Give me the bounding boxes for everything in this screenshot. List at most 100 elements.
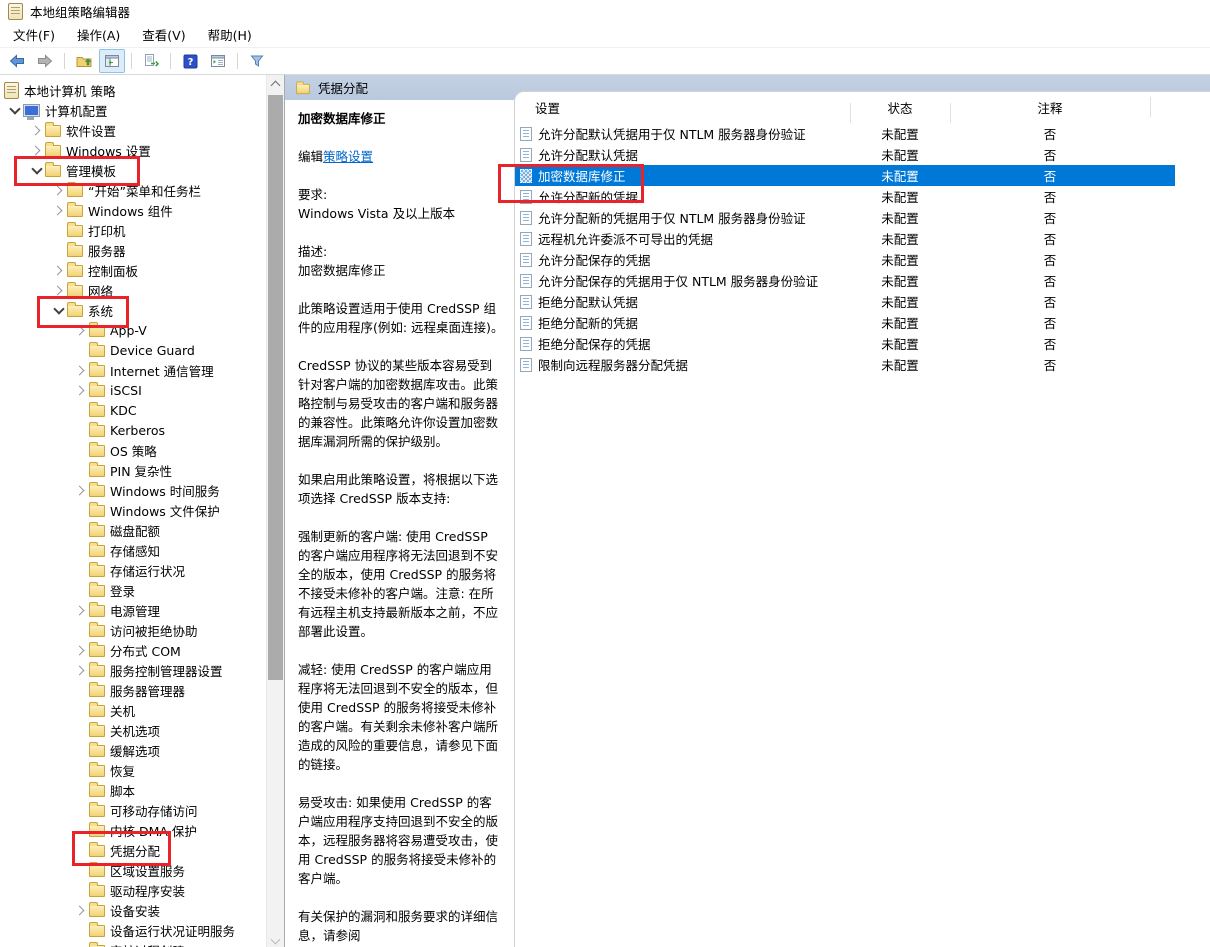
tree-item[interactable]: 计算机配置 bbox=[0, 100, 266, 120]
tree-item[interactable]: 系统 bbox=[0, 300, 266, 320]
chevron-collapsed-icon[interactable] bbox=[72, 600, 89, 620]
policy-row[interactable]: 允许分配新的凭据未配置否 bbox=[515, 186, 1210, 207]
tree-item[interactable]: 存储感知 bbox=[0, 540, 266, 560]
tree-item[interactable]: 磁盘配额 bbox=[0, 520, 266, 540]
tree-item[interactable]: 恢复 bbox=[0, 760, 266, 780]
column-header-comment[interactable]: 注释 bbox=[950, 98, 1150, 117]
show-action-pane-button[interactable] bbox=[205, 49, 231, 73]
scrollbar-thumb[interactable] bbox=[268, 95, 283, 680]
up-one-level-button[interactable] bbox=[71, 49, 97, 73]
forward-button[interactable] bbox=[32, 49, 58, 73]
export-list-button[interactable] bbox=[138, 49, 164, 73]
tree-item[interactable]: 存储运行状况 bbox=[0, 560, 266, 580]
chevron-collapsed-icon[interactable] bbox=[50, 200, 67, 220]
tree-item[interactable]: 关机 bbox=[0, 700, 266, 720]
tree-item[interactable]: 设备安装 bbox=[0, 900, 266, 920]
tree-item[interactable]: 服务器 bbox=[0, 240, 266, 260]
policy-row[interactable]: 限制向远程服务器分配凭据未配置否 bbox=[515, 354, 1210, 375]
policy-row[interactable]: 拒绝分配新的凭据未配置否 bbox=[515, 312, 1210, 333]
policy-status: 未配置 bbox=[850, 229, 950, 248]
chevron-spacer bbox=[50, 240, 67, 260]
chevron-collapsed-icon[interactable] bbox=[72, 660, 89, 680]
tree-item[interactable]: 管理模板 bbox=[0, 160, 266, 180]
tree-item[interactable]: 关机选项 bbox=[0, 720, 266, 740]
policy-row[interactable]: 拒绝分配保存的凭据未配置否 bbox=[515, 333, 1210, 354]
policy-row[interactable]: 允许分配保存的凭据未配置否 bbox=[515, 249, 1210, 270]
menu-item[interactable]: 查看(V) bbox=[131, 22, 196, 47]
tree-item[interactable]: 软件设置 bbox=[0, 120, 266, 140]
policy-row[interactable]: 拒绝分配默认凭据未配置否 bbox=[515, 291, 1210, 312]
tree-item[interactable]: 驱动程序安装 bbox=[0, 880, 266, 900]
tree-item[interactable]: 服务控制管理器设置 bbox=[0, 660, 266, 680]
chevron-collapsed-icon[interactable] bbox=[72, 360, 89, 380]
column-header-status[interactable]: 状态 bbox=[850, 98, 950, 117]
policy-settings-link[interactable]: 策略设置 bbox=[323, 149, 373, 164]
menu-item[interactable]: 操作(A) bbox=[66, 22, 131, 47]
tree-item[interactable]: 分布式 COM bbox=[0, 640, 266, 660]
policy-row[interactable]: 允许分配默认凭据用于仅 NTLM 服务器身份验证未配置否 bbox=[515, 123, 1210, 144]
policy-row[interactable]: 允许分配新的凭据用于仅 NTLM 服务器身份验证未配置否 bbox=[515, 207, 1210, 228]
tree-item[interactable]: iSCSI bbox=[0, 380, 266, 400]
tree-item[interactable]: 缓解选项 bbox=[0, 740, 266, 760]
back-button[interactable] bbox=[4, 49, 30, 73]
policy-row[interactable]: 加密数据库修正未配置否 bbox=[515, 165, 1210, 186]
tree-item[interactable]: 本地计算机 策略 bbox=[0, 80, 266, 100]
chevron-collapsed-icon[interactable] bbox=[50, 260, 67, 280]
tree-item[interactable]: “开始”菜单和任务栏 bbox=[0, 180, 266, 200]
tree-item[interactable]: KDC bbox=[0, 400, 266, 420]
chevron-expanded-icon[interactable] bbox=[28, 160, 45, 180]
tree-item[interactable]: 脚本 bbox=[0, 780, 266, 800]
tree-item[interactable]: 打印机 bbox=[0, 220, 266, 240]
scroll-up-button[interactable] bbox=[267, 75, 284, 92]
tree-item[interactable]: Windows 时间服务 bbox=[0, 480, 266, 500]
chevron-collapsed-icon[interactable] bbox=[28, 140, 45, 160]
tree-item[interactable]: OS 策略 bbox=[0, 440, 266, 460]
tree-item[interactable]: Windows 文件保护 bbox=[0, 500, 266, 520]
chevron-collapsed-icon[interactable] bbox=[50, 280, 67, 300]
chevron-collapsed-icon[interactable] bbox=[28, 120, 45, 140]
tree-scrollbar[interactable] bbox=[266, 75, 284, 947]
policy-status: 未配置 bbox=[850, 292, 950, 311]
chevron-collapsed-icon[interactable] bbox=[72, 480, 89, 500]
tree-item[interactable]: App-V bbox=[0, 320, 266, 340]
tree-item[interactable]: 访问被拒绝协助 bbox=[0, 620, 266, 640]
chevron-collapsed-icon[interactable] bbox=[72, 320, 89, 340]
folder-icon bbox=[89, 405, 105, 417]
policy-row[interactable]: 允许分配保存的凭据用于仅 NTLM 服务器身份验证未配置否 bbox=[515, 270, 1210, 291]
tree-item[interactable]: 可移动存储访问 bbox=[0, 800, 266, 820]
tree-item[interactable]: Device Guard bbox=[0, 340, 266, 360]
tree-item[interactable]: Internet 通信管理 bbox=[0, 360, 266, 380]
tree-item[interactable]: 审核过程创建 bbox=[0, 940, 266, 947]
policy-setting-name: 允许分配默认凭据用于仅 NTLM 服务器身份验证 bbox=[538, 124, 806, 143]
tree-item[interactable]: Windows 设置 bbox=[0, 140, 266, 160]
tree-item[interactable]: PIN 复杂性 bbox=[0, 460, 266, 480]
tree-item[interactable]: 电源管理 bbox=[0, 600, 266, 620]
tree-item[interactable]: Kerberos bbox=[0, 420, 266, 440]
chevron-collapsed-icon[interactable] bbox=[50, 180, 67, 200]
show-console-tree-button[interactable] bbox=[99, 49, 125, 73]
filter-button[interactable] bbox=[244, 49, 270, 73]
chevron-collapsed-icon[interactable] bbox=[72, 640, 89, 660]
tree-item[interactable]: 设备运行状况证明服务 bbox=[0, 920, 266, 940]
tree-item[interactable]: 内核 DMA 保护 bbox=[0, 820, 266, 840]
menu-item[interactable]: 文件(F) bbox=[2, 22, 66, 47]
chevron-collapsed-icon[interactable] bbox=[72, 900, 89, 920]
policy-row[interactable]: 允许分配默认凭据未配置否 bbox=[515, 144, 1210, 165]
tree-item[interactable]: 网络 bbox=[0, 280, 266, 300]
filter-funnel-icon bbox=[249, 53, 265, 69]
chevron-collapsed-icon[interactable] bbox=[72, 380, 89, 400]
policy-row[interactable]: 远程机允许委派不可导出的凭据未配置否 bbox=[515, 228, 1210, 249]
chevron-expanded-icon[interactable] bbox=[50, 300, 67, 320]
scroll-down-button[interactable] bbox=[267, 932, 284, 947]
chevron-expanded-icon[interactable] bbox=[6, 100, 23, 120]
tree-item[interactable]: 凭据分配 bbox=[0, 840, 266, 860]
column-header-setting[interactable]: 设置 bbox=[515, 98, 850, 117]
tree-item[interactable]: Windows 组件 bbox=[0, 200, 266, 220]
help-button[interactable]: ? bbox=[177, 49, 203, 73]
tree-item[interactable]: 控制面板 bbox=[0, 260, 266, 280]
policy-status: 未配置 bbox=[850, 334, 950, 353]
tree-item[interactable]: 区域设置服务 bbox=[0, 860, 266, 880]
tree-item[interactable]: 登录 bbox=[0, 580, 266, 600]
tree-item[interactable]: 服务器管理器 bbox=[0, 680, 266, 700]
menu-item[interactable]: 帮助(H) bbox=[197, 22, 263, 47]
